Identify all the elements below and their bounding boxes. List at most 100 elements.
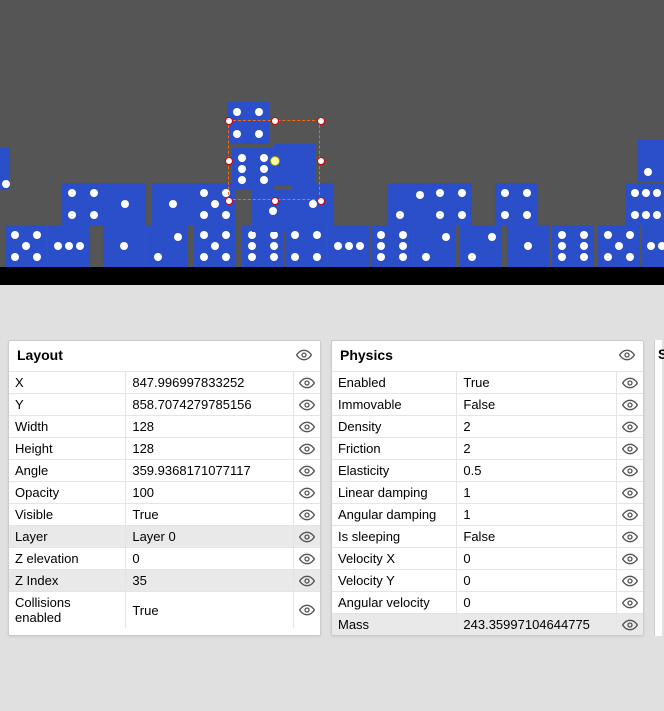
property-value[interactable]: 359.9368171077117 — [126, 460, 294, 481]
dice-sprite[interactable] — [104, 183, 146, 225]
eye-icon[interactable] — [617, 526, 643, 547]
property-value[interactable]: 858.7074279785156 — [126, 394, 294, 415]
dice-sprite[interactable] — [0, 148, 10, 190]
property-value[interactable]: 0 — [457, 548, 617, 569]
property-row[interactable]: Height128 — [9, 437, 320, 459]
editor-viewport[interactable] — [0, 0, 664, 285]
dice-sprite[interactable] — [152, 183, 194, 225]
property-row[interactable]: Angle359.9368171077117 — [9, 459, 320, 481]
property-value[interactable]: 35 — [126, 570, 294, 591]
eye-icon[interactable] — [294, 416, 320, 437]
eye-icon[interactable] — [294, 570, 320, 591]
property-row[interactable]: Collisions enabledTrue — [9, 591, 320, 628]
property-row[interactable]: Angular velocity0 — [332, 591, 643, 613]
property-value[interactable]: 100 — [126, 482, 294, 503]
selection-handle[interactable] — [317, 117, 325, 125]
dice-sprite[interactable] — [232, 148, 274, 190]
property-value[interactable]: 0 — [457, 592, 617, 613]
property-value[interactable]: 1 — [457, 504, 617, 525]
dice-sprite[interactable] — [328, 225, 370, 267]
eye-icon[interactable] — [617, 504, 643, 525]
property-value[interactable]: 2 — [457, 416, 617, 437]
property-row[interactable]: Velocity X0 — [332, 547, 643, 569]
property-row[interactable]: Z elevation0 — [9, 547, 320, 569]
eye-icon[interactable] — [617, 460, 643, 481]
dice-sprite[interactable] — [641, 225, 664, 267]
eye-icon[interactable] — [619, 347, 635, 363]
property-row[interactable]: Linear damping1 — [332, 481, 643, 503]
eye-icon[interactable] — [296, 347, 312, 363]
dice-sprite[interactable] — [103, 225, 145, 267]
eye-icon[interactable] — [294, 460, 320, 481]
selection-handle[interactable] — [271, 117, 279, 125]
eye-icon[interactable] — [617, 592, 643, 613]
dice-sprite[interactable] — [194, 225, 236, 267]
property-value[interactable]: 0.5 — [457, 460, 617, 481]
dice-sprite[interactable] — [146, 225, 188, 267]
dice-sprite[interactable] — [552, 225, 594, 267]
eye-icon[interactable] — [294, 482, 320, 503]
dice-sprite[interactable] — [507, 225, 549, 267]
property-row[interactable]: Is sleepingFalse — [332, 525, 643, 547]
eye-icon[interactable] — [617, 570, 643, 591]
dice-sprite[interactable] — [414, 225, 456, 267]
eye-icon[interactable] — [294, 592, 320, 628]
dice-sprite[interactable] — [598, 225, 640, 267]
property-row[interactable]: Z Index35 — [9, 569, 320, 591]
eye-icon[interactable] — [617, 438, 643, 459]
property-row[interactable]: VisibleTrue — [9, 503, 320, 525]
property-value[interactable]: Layer 0 — [126, 526, 294, 547]
eye-icon[interactable] — [294, 372, 320, 393]
property-value[interactable]: 128 — [126, 438, 294, 459]
property-row[interactable]: Velocity Y0 — [332, 569, 643, 591]
property-value[interactable]: True — [126, 592, 294, 628]
eye-icon[interactable] — [294, 438, 320, 459]
property-row[interactable]: Opacity100 — [9, 481, 320, 503]
property-value[interactable]: False — [457, 526, 617, 547]
property-row[interactable]: Angular damping1 — [332, 503, 643, 525]
dice-sprite[interactable] — [430, 183, 472, 225]
eye-icon[interactable] — [617, 394, 643, 415]
eye-icon[interactable] — [617, 416, 643, 437]
property-row[interactable]: Y858.7074279785156 — [9, 393, 320, 415]
eye-icon[interactable] — [294, 504, 320, 525]
eye-icon[interactable] — [617, 548, 643, 569]
dice-sprite[interactable] — [371, 225, 413, 267]
dice-sprite[interactable] — [625, 183, 664, 225]
property-row[interactable]: Mass243.35997104644775 — [332, 613, 643, 635]
dice-sprite[interactable] — [285, 225, 327, 267]
dice-sprite[interactable] — [638, 140, 664, 182]
property-row[interactable]: Elasticity0.5 — [332, 459, 643, 481]
property-value[interactable]: True — [457, 372, 617, 393]
property-row[interactable]: Friction2 — [332, 437, 643, 459]
dice-sprite[interactable] — [495, 183, 537, 225]
dice-sprite[interactable] — [292, 183, 334, 225]
property-value[interactable]: 2 — [457, 438, 617, 459]
property-value[interactable]: 0 — [457, 570, 617, 591]
eye-icon[interactable] — [617, 372, 643, 393]
eye-icon[interactable] — [294, 548, 320, 569]
property-value[interactable]: 243.35997104644775 — [457, 614, 617, 635]
dice-sprite[interactable] — [227, 102, 269, 144]
dice-sprite[interactable] — [48, 225, 90, 267]
dice-sprite[interactable] — [274, 144, 316, 186]
property-row[interactable]: ImmovableFalse — [332, 393, 643, 415]
dice-sprite[interactable] — [460, 225, 502, 267]
property-row[interactable]: X847.996997833252 — [9, 371, 320, 393]
property-row[interactable]: Density2 — [332, 415, 643, 437]
dice-sprite[interactable] — [194, 183, 236, 225]
eye-icon[interactable] — [617, 482, 643, 503]
property-row[interactable]: Width128 — [9, 415, 320, 437]
property-value[interactable]: 0 — [126, 548, 294, 569]
property-value[interactable]: 1 — [457, 482, 617, 503]
property-value[interactable]: 128 — [126, 416, 294, 437]
property-row[interactable]: LayerLayer 0 — [9, 525, 320, 547]
eye-icon[interactable] — [617, 614, 643, 635]
eye-icon[interactable] — [294, 526, 320, 547]
dice-sprite[interactable] — [5, 225, 47, 267]
dice-sprite[interactable] — [388, 183, 430, 225]
eye-icon[interactable] — [294, 394, 320, 415]
property-row[interactable]: EnabledTrue — [332, 371, 643, 393]
property-value[interactable]: False — [457, 394, 617, 415]
property-value[interactable]: True — [126, 504, 294, 525]
